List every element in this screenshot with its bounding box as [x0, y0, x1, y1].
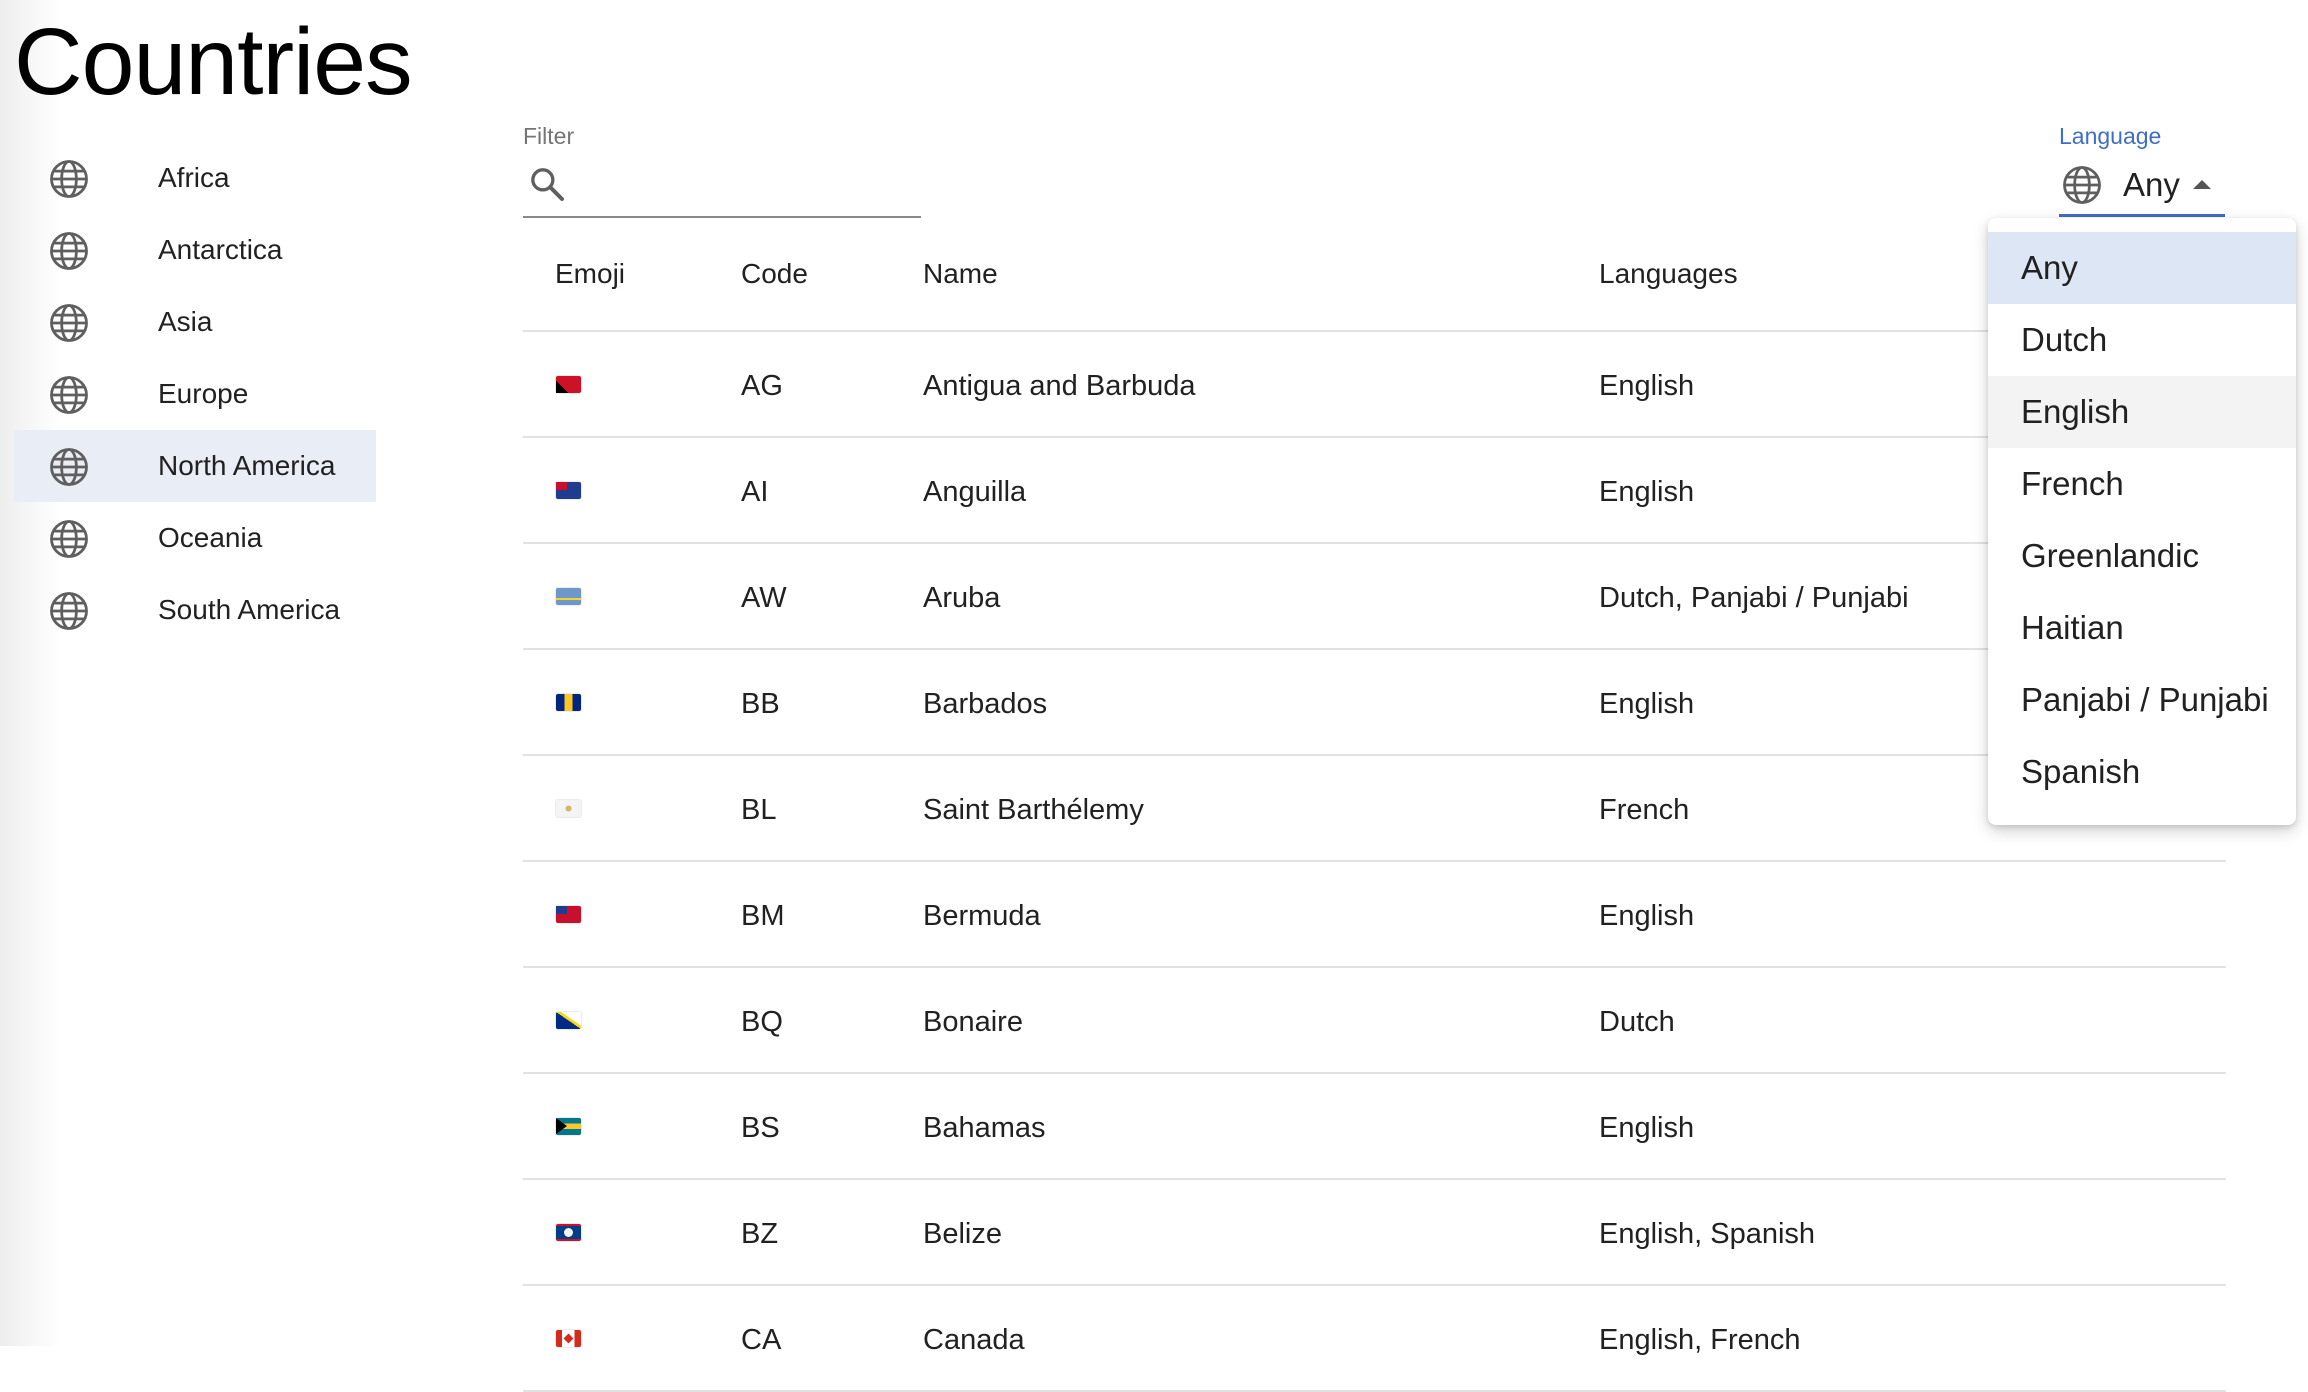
table-row[interactable]: BZ Belize English, Spanish	[523, 1180, 2226, 1286]
flag-icon	[556, 906, 581, 923]
menu-item-any[interactable]: Any	[1988, 232, 2296, 304]
cell-name: Aruba	[923, 582, 1001, 614]
cell-languages: English	[1599, 688, 1695, 720]
sidebar-item-antarctica[interactable]: Antarctica	[14, 214, 376, 286]
globe-icon	[50, 376, 88, 414]
sidebar: Africa Antarctica Asia Europe North Amer…	[14, 142, 376, 646]
filter-input[interactable]	[579, 162, 913, 208]
flag-icon	[556, 588, 581, 605]
language-label: Language	[2059, 123, 2162, 149]
countries-table: Emoji Code Name Languages AG Antigua and…	[523, 238, 2226, 1392]
table-header: Emoji Code Name Languages	[523, 238, 2226, 332]
cell-name: Antigua and Barbuda	[923, 370, 1196, 402]
cell-languages: English	[1599, 1112, 1695, 1144]
page-title: Countries	[14, 9, 413, 115]
sidebar-item-label: Africa	[158, 162, 230, 193]
cell-code: BL	[741, 794, 777, 826]
cell-languages: English, Spanish	[1599, 1218, 1816, 1250]
sidebar-item-europe[interactable]: Europe	[14, 358, 376, 430]
cell-name: Bahamas	[923, 1112, 1046, 1144]
filter-field[interactable]	[523, 158, 921, 218]
cell-name: Saint Barthélemy	[923, 794, 1144, 826]
globe-icon	[50, 304, 88, 342]
table-row[interactable]: BQ Bonaire Dutch	[523, 968, 2226, 1074]
language-menu: Any Dutch English French Greenlandic Hai…	[1988, 218, 2296, 825]
cell-code: AG	[741, 370, 783, 402]
sidebar-item-label: Europe	[158, 378, 249, 409]
flag-icon	[556, 694, 581, 711]
sidebar-item-asia[interactable]: Asia	[14, 286, 376, 358]
cell-name: Bonaire	[923, 1006, 1023, 1038]
caret-up-icon	[2193, 180, 2211, 189]
flag-icon	[556, 1118, 581, 1135]
header-code: Code	[741, 258, 808, 289]
cell-code: AI	[741, 476, 769, 508]
menu-item-haitian[interactable]: Haitian	[1988, 592, 2296, 664]
globe-icon	[50, 232, 88, 270]
filter-label: Filter	[523, 123, 575, 149]
sidebar-item-label: North America	[158, 450, 336, 481]
cell-code: BS	[741, 1112, 780, 1144]
cell-code: BZ	[741, 1218, 779, 1250]
globe-icon	[50, 592, 88, 630]
globe-icon	[50, 520, 88, 558]
cell-code: BQ	[741, 1006, 783, 1038]
menu-item-french[interactable]: French	[1988, 448, 2296, 520]
table-row[interactable]: AG Antigua and Barbuda English	[523, 332, 2226, 438]
table-row[interactable]: AW Aruba Dutch, Panjabi / Punjabi	[523, 544, 2226, 650]
sidebar-item-label: Oceania	[158, 522, 263, 553]
globe-icon	[50, 160, 88, 198]
search-icon	[531, 168, 564, 201]
cell-languages: English, French	[1599, 1324, 1801, 1356]
sidebar-item-south-america[interactable]: South America	[14, 574, 376, 646]
cell-name: Anguilla	[923, 476, 1027, 508]
cell-name: Canada	[923, 1324, 1025, 1356]
language-select-value: Any	[2123, 166, 2180, 203]
language-select[interactable]: Any	[2059, 158, 2225, 217]
menu-item-panjabi[interactable]: Panjabi / Punjabi	[1988, 664, 2296, 736]
cell-code: AW	[741, 582, 787, 614]
flag-icon	[556, 482, 581, 499]
sidebar-item-oceania[interactable]: Oceania	[14, 502, 376, 574]
flag-icon	[556, 1012, 581, 1029]
flag-icon	[556, 800, 581, 817]
flag-icon	[556, 376, 581, 393]
cell-code: BM	[741, 900, 785, 932]
cell-name: Belize	[923, 1218, 1002, 1250]
cell-languages: Dutch	[1599, 1006, 1675, 1038]
cell-code: CA	[741, 1324, 782, 1356]
sidebar-item-label: Antarctica	[158, 234, 283, 265]
sidebar-item-label: Asia	[158, 306, 213, 337]
globe-icon	[50, 448, 88, 486]
cell-name: Barbados	[923, 688, 1048, 720]
table-row[interactable]: BM Bermuda English	[523, 862, 2226, 968]
header-emoji: Emoji	[555, 258, 626, 289]
cell-languages: English	[1599, 900, 1695, 932]
cell-languages: English	[1599, 370, 1695, 402]
cell-name: Bermuda	[923, 900, 1041, 932]
header-name: Name	[923, 258, 998, 289]
table-row[interactable]: AI Anguilla English	[523, 438, 2226, 544]
table-row[interactable]: BS Bahamas English	[523, 1074, 2226, 1180]
flag-icon	[556, 1330, 581, 1347]
sidebar-item-africa[interactable]: Africa	[14, 142, 376, 214]
cell-languages: French	[1599, 794, 1690, 826]
menu-item-dutch[interactable]: Dutch	[1988, 304, 2296, 376]
sidebar-item-label: South America	[158, 594, 341, 625]
globe-icon	[2063, 166, 2101, 204]
menu-item-greenlandic[interactable]: Greenlandic	[1988, 520, 2296, 592]
cell-languages: Dutch, Panjabi / Punjabi	[1599, 582, 1909, 614]
table-row[interactable]: BB Barbados English	[523, 650, 2226, 756]
header-languages: Languages	[1599, 258, 1738, 289]
table-row[interactable]: CA Canada English, French	[523, 1286, 2226, 1392]
cell-code: BB	[741, 688, 780, 720]
sidebar-item-north-america[interactable]: North America	[14, 430, 376, 502]
flag-icon	[556, 1224, 581, 1241]
table-row[interactable]: BL Saint Barthélemy French	[523, 756, 2226, 862]
menu-item-english[interactable]: English	[1988, 376, 2296, 448]
menu-item-spanish[interactable]: Spanish	[1988, 736, 2296, 808]
cell-languages: English	[1599, 476, 1695, 508]
